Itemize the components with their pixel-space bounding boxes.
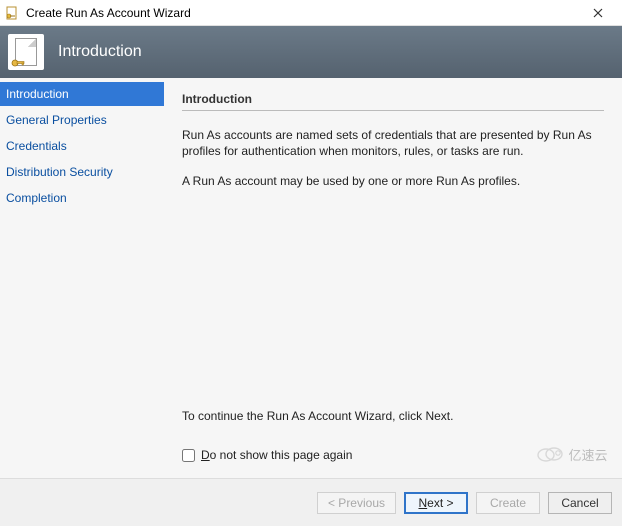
window-close-button[interactable] [578, 1, 618, 25]
wizard-content: Introduction Run As accounts are named s… [164, 78, 622, 478]
wizard-app-icon [4, 5, 20, 21]
wizard-footer: < Previous Next > Create Cancel [0, 478, 622, 526]
titlebar: Create Run As Account Wizard [0, 0, 622, 26]
content-para-2: A Run As account may be used by one or m… [182, 173, 604, 189]
nav-item-general-properties[interactable]: General Properties [0, 108, 164, 132]
nav-item-credentials[interactable]: Credentials [0, 134, 164, 158]
content-heading: Introduction [182, 92, 604, 111]
do-not-show-again-row[interactable]: Do not show this page again [182, 448, 604, 462]
nav-item-distribution-security[interactable]: Distribution Security [0, 160, 164, 184]
content-para-1: Run As accounts are named sets of creden… [182, 127, 604, 159]
do-not-show-again-label: Do not show this page again [201, 448, 352, 462]
wizard-main: Introduction General Properties Credenti… [0, 78, 622, 478]
wizard-banner-icon [8, 34, 44, 70]
previous-button: < Previous [317, 492, 396, 514]
wizard-sidebar: Introduction General Properties Credenti… [0, 78, 164, 478]
next-button-label: Next > [418, 496, 453, 510]
nav-item-completion[interactable]: Completion [0, 186, 164, 210]
content-continue-hint: To continue the Run As Account Wizard, c… [182, 408, 604, 424]
create-button: Create [476, 492, 540, 514]
cancel-button[interactable]: Cancel [548, 492, 612, 514]
wizard-banner-title: Introduction [58, 43, 142, 61]
nav-item-introduction[interactable]: Introduction [0, 82, 164, 106]
window-title: Create Run As Account Wizard [26, 6, 578, 20]
next-button[interactable]: Next > [404, 492, 468, 514]
wizard-banner: Introduction [0, 26, 622, 78]
do-not-show-again-checkbox[interactable] [182, 449, 195, 462]
